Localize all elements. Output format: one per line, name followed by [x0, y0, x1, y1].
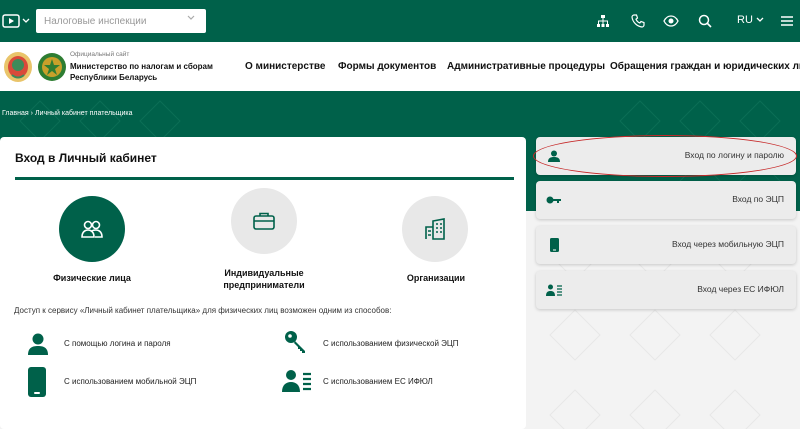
ministry-emblem[interactable]: [36, 50, 68, 84]
type-entrepreneurs-button[interactable]: [231, 188, 297, 254]
id-card-icon: [282, 369, 312, 393]
search-icon: [698, 14, 712, 28]
state-emblem[interactable]: [2, 50, 34, 84]
breadcrumb: Главная › Личный кабинет плательщика: [2, 110, 133, 117]
language-switcher[interactable]: RU: [737, 14, 764, 26]
breadcrumb-separator: ›: [30, 110, 33, 117]
login-es-ifyul-label: Вход через ЕС ИФЮЛ: [697, 284, 784, 294]
chevron-down-icon: [187, 15, 195, 20]
nav-citizen-appeals[interactable]: Обращения граждан и юридических лиц: [610, 61, 800, 72]
search-button[interactable]: [696, 12, 714, 30]
breadcrumb-home[interactable]: Главная: [2, 110, 29, 117]
type-individuals-button[interactable]: [59, 196, 125, 262]
mobile-icon: [27, 367, 47, 397]
key-icon: [546, 192, 562, 208]
briefcase-icon: [253, 212, 275, 230]
method-es-ifyul: С использованием ЕС ИФЮЛ: [323, 377, 433, 386]
buildings-icon: [425, 218, 445, 240]
user-icon: [546, 148, 562, 164]
id-card-icon: [546, 282, 562, 298]
method-login-password: С помощью логина и пароля: [64, 339, 171, 348]
phone-icon: [631, 14, 645, 28]
key-icon: [284, 330, 308, 354]
type-individuals-label[interactable]: Физические лица: [40, 272, 144, 284]
menu-icon: [781, 16, 793, 26]
user-icon: [27, 332, 49, 356]
login-eds-button[interactable]: Вход по ЭЦП: [536, 181, 796, 219]
chevron-down-icon: [22, 18, 30, 23]
type-organizations-button[interactable]: [402, 196, 468, 262]
inspection-select-value: Налоговые инспекции: [44, 15, 147, 27]
phone-button[interactable]: [629, 12, 647, 30]
access-intro-text: Доступ к сервису «Личный кабинет платель…: [14, 306, 392, 315]
login-eds-label: Вход по ЭЦП: [732, 194, 784, 204]
language-label: RU: [737, 14, 753, 26]
type-organizations-label[interactable]: Организации: [388, 272, 484, 284]
login-password-label: Вход по логину и паролю: [684, 150, 784, 160]
method-physical-eds: С использованием физической ЭЦП: [323, 339, 459, 348]
accessibility-view-button[interactable]: [662, 12, 680, 30]
site-subtitle: Официальный сайт: [70, 51, 130, 58]
breadcrumb-current: Личный кабинет плательщика: [35, 110, 133, 117]
inspection-select[interactable]: Налоговые инспекции: [36, 9, 206, 33]
nav-about-ministry[interactable]: О министерстве: [245, 61, 325, 72]
chevron-down-icon: [756, 17, 764, 22]
login-mobile-eds-label: Вход через мобильную ЭЦП: [671, 239, 784, 249]
sitemap-icon: [597, 15, 609, 27]
nav-admin-procedures[interactable]: Административные процедуры: [447, 61, 605, 72]
login-password-button[interactable]: Вход по логину и паролю: [536, 137, 796, 175]
login-es-ifyul-button[interactable]: Вход через ЕС ИФЮЛ: [536, 271, 796, 309]
login-mobile-eds-button[interactable]: Вход через мобильную ЭЦП: [536, 226, 796, 264]
visually-impaired-toggle[interactable]: [2, 12, 32, 30]
users-icon: [81, 220, 103, 238]
card-title-underline: [15, 177, 514, 180]
nav-document-forms[interactable]: Формы документов: [338, 61, 436, 72]
eye-icon: [663, 15, 679, 27]
site-name[interactable]: Министерство по налогам и сборам Республ…: [70, 61, 220, 83]
mobile-icon: [546, 237, 562, 253]
top-bar: Налоговые инспекции RU: [0, 0, 800, 42]
menu-button[interactable]: [778, 12, 796, 30]
method-mobile-eds: С использованием мобильной ЭЦП: [64, 377, 197, 386]
card-title: Вход в Личный кабинет: [15, 151, 157, 165]
sitemap-button[interactable]: [594, 12, 612, 30]
type-entrepreneurs-label[interactable]: Индивидуальные предприниматели: [204, 267, 324, 291]
visually-impaired-icon: [2, 14, 20, 28]
